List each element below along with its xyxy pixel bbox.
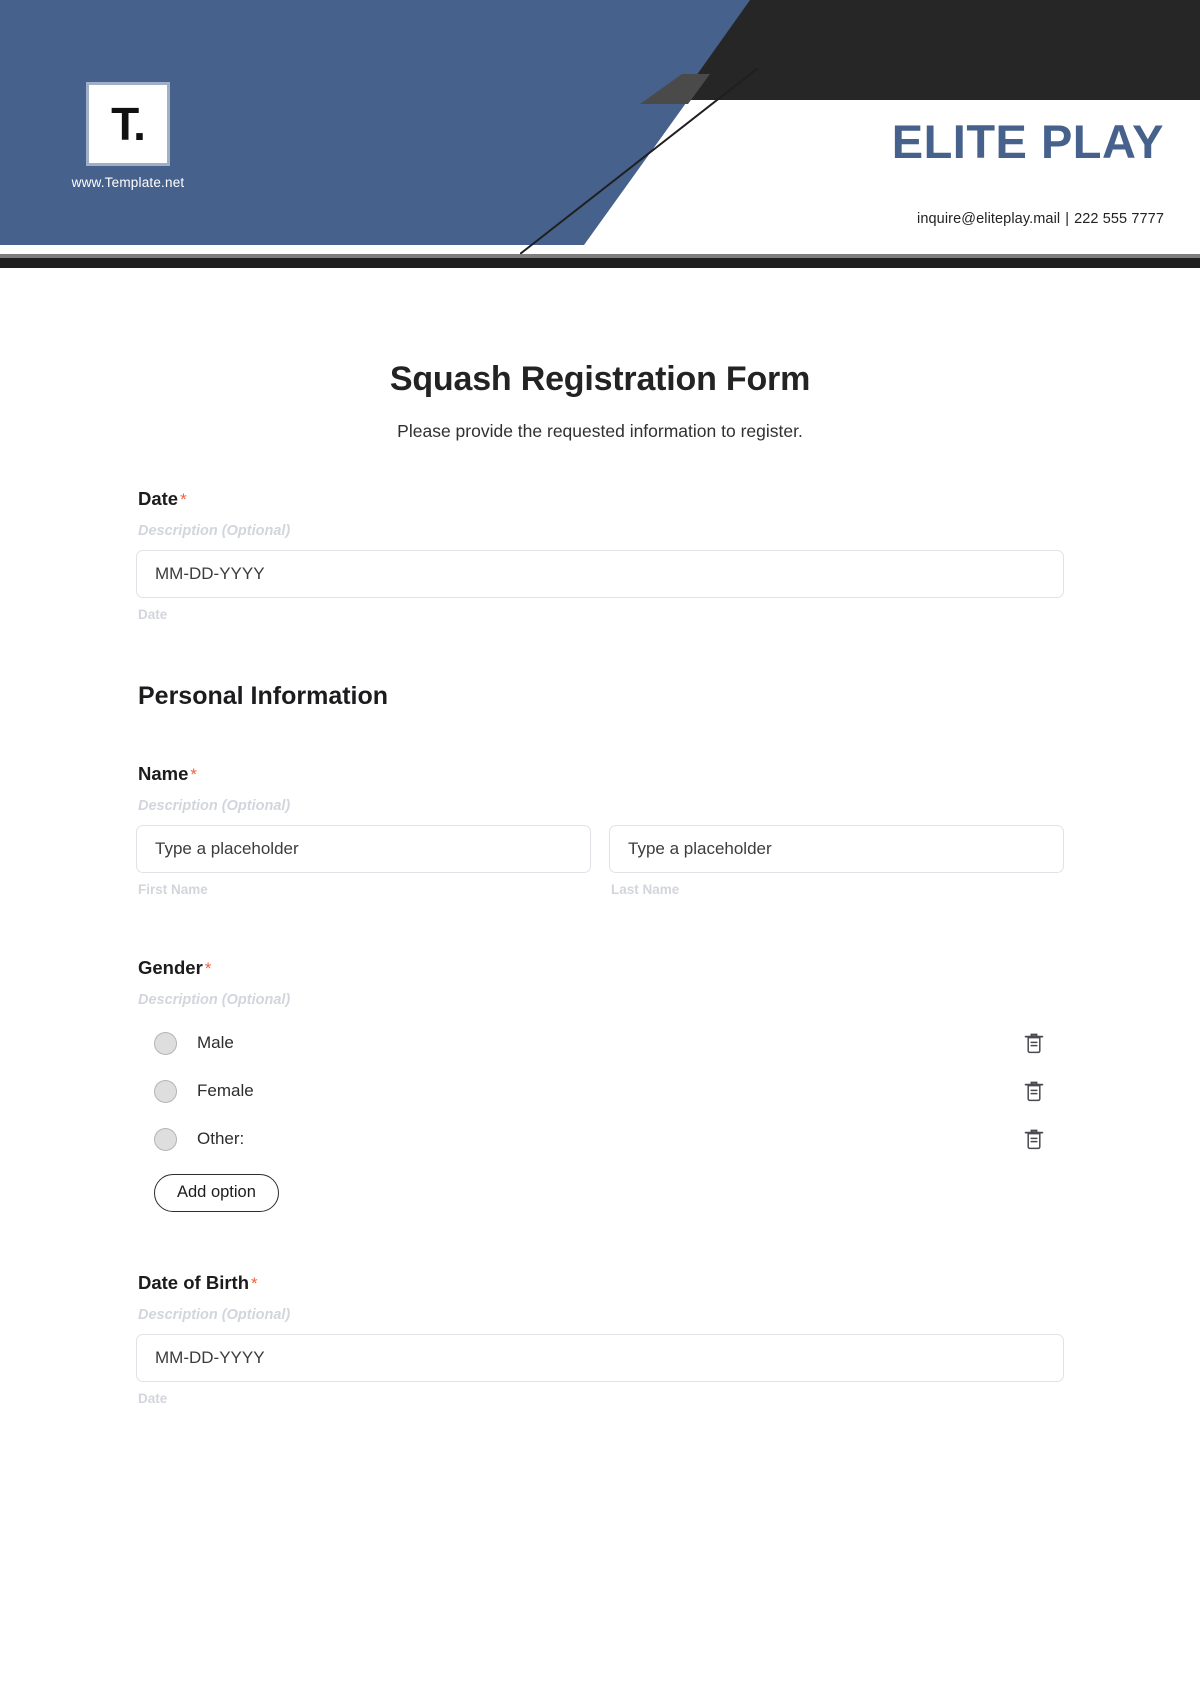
trash-icon xyxy=(1024,1033,1044,1054)
page-title: Squash Registration Form xyxy=(389,360,811,398)
field-name: Name* Description (Optional) First Name … xyxy=(136,763,1064,897)
gender-option-label: Female xyxy=(197,1081,254,1100)
page: T. www.Template.net ELITE PLAY inquire@e… xyxy=(0,0,1200,1701)
field-date-description: Description (Optional) xyxy=(138,523,291,539)
required-asterisk: * xyxy=(180,490,187,509)
contact-email: inquire@eliteplay.mail xyxy=(917,211,1061,227)
field-name-label-text: Name xyxy=(138,763,189,784)
registration-form: Date* Description (Optional) Date Person… xyxy=(136,442,1064,1406)
brand-name: ELITE PLAY xyxy=(891,115,1164,168)
field-gender-description: Description (Optional) xyxy=(138,992,291,1008)
header-black-rule xyxy=(0,258,1200,268)
contact-separator: | xyxy=(1065,211,1070,227)
first-name-input[interactable] xyxy=(136,825,591,873)
first-name-group: First Name xyxy=(136,825,591,897)
gender-option-row[interactable]: Male xyxy=(136,1019,1064,1067)
template-logo: T. xyxy=(86,82,170,166)
gender-option-row[interactable]: Other: xyxy=(136,1115,1064,1163)
logo-url-text: www.Template.net xyxy=(71,175,185,190)
field-dob-label: Date of Birth * xyxy=(138,1272,1064,1294)
gender-option-label: Other: xyxy=(197,1129,245,1148)
logo-mark: T. xyxy=(111,98,146,150)
page-subtitle: Please provide the requested information… xyxy=(397,421,803,441)
trash-icon-delete-option-other[interactable] xyxy=(1022,1126,1046,1152)
required-asterisk: * xyxy=(204,959,212,978)
field-gender: Gender * Description (Optional) Male Fem… xyxy=(136,957,1064,1212)
radio-button-female[interactable] xyxy=(154,1079,177,1103)
field-gender-label-text: Gender xyxy=(138,957,203,978)
field-date-label: Date * xyxy=(138,488,1064,510)
field-dob-label-text: Date of Birth xyxy=(138,1271,249,1293)
section-heading-personal-information: Personal Information xyxy=(138,682,389,710)
gender-option-row[interactable]: Female xyxy=(136,1067,1064,1115)
required-asterisk: * xyxy=(251,1273,258,1293)
radio-button-male[interactable] xyxy=(154,1031,177,1055)
field-date-label-text: Date xyxy=(138,488,179,509)
last-name-helper: Last Name xyxy=(611,882,680,897)
gender-option-label: Male xyxy=(197,1033,234,1052)
name-inputs-row: First Name Last Name xyxy=(136,825,1064,897)
field-gender-label: Gender * xyxy=(138,957,1064,979)
field-dob-description: Description (Optional) xyxy=(138,1306,291,1323)
field-date-of-birth: Date of Birth* Description (Optional) Da… xyxy=(136,1272,1064,1406)
trash-icon xyxy=(1024,1081,1044,1102)
radio-button-other[interactable] xyxy=(154,1127,177,1151)
date-input[interactable] xyxy=(136,550,1064,598)
trash-icon-delete-option-male[interactable] xyxy=(1022,1030,1046,1056)
field-date-helper: Date xyxy=(138,607,168,622)
brand-contact-line: inquire@eliteplay.mail | 222 555 7777 xyxy=(917,211,1164,227)
field-date: Date* Description (Optional) Date xyxy=(136,488,1064,622)
required-asterisk: * xyxy=(190,765,198,784)
field-name-label: Name * xyxy=(138,763,1064,785)
form-content: Squash Registration Form Please provide … xyxy=(0,268,1200,1406)
date-of-birth-input[interactable] xyxy=(136,1333,1064,1382)
field-dob-helper: Date xyxy=(138,1390,168,1406)
field-name-description: Description (Optional) xyxy=(138,798,291,814)
trash-icon-delete-option-female[interactable] xyxy=(1022,1078,1046,1104)
trash-icon xyxy=(1024,1129,1044,1150)
first-name-helper: First Name xyxy=(138,882,208,897)
contact-phone: 222 555 7777 xyxy=(1074,211,1164,227)
add-option-button[interactable]: Add option xyxy=(154,1174,279,1212)
last-name-input[interactable] xyxy=(609,825,1064,873)
page-header: T. www.Template.net ELITE PLAY inquire@e… xyxy=(0,0,1200,268)
last-name-group: Last Name xyxy=(609,825,1064,897)
